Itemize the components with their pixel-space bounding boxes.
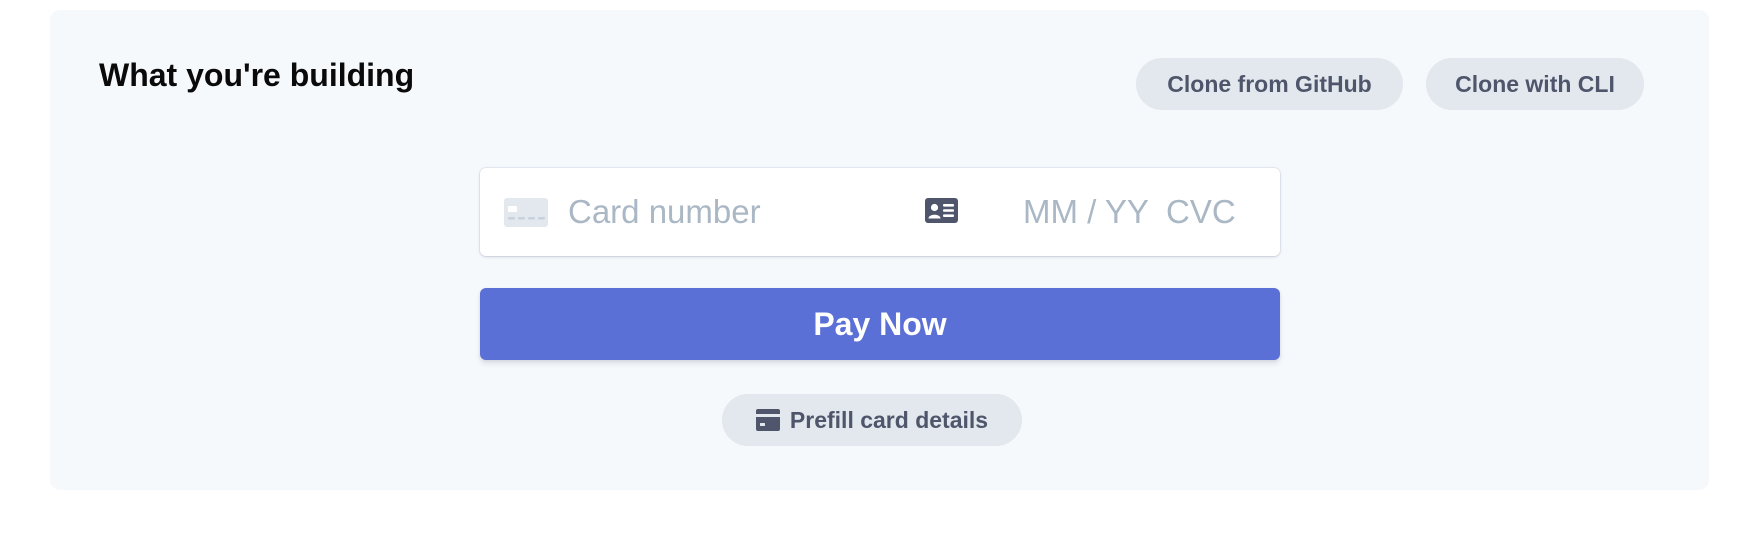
cvc-input[interactable] bbox=[1166, 186, 1266, 238]
pay-now-button[interactable]: Pay Now bbox=[480, 288, 1280, 360]
prefill-card-details-button[interactable]: Prefill card details bbox=[722, 394, 1022, 446]
clone-with-cli-button[interactable]: Clone with CLI bbox=[1426, 58, 1644, 110]
card-number-input[interactable] bbox=[568, 186, 888, 238]
expiry-date-input[interactable] bbox=[1023, 186, 1153, 238]
contact-card-icon[interactable] bbox=[925, 198, 958, 223]
clone-from-github-button[interactable]: Clone from GitHub bbox=[1136, 58, 1403, 110]
card-element[interactable] bbox=[480, 168, 1280, 256]
panel-title: What you're building bbox=[99, 57, 415, 93]
credit-card-icon bbox=[504, 198, 548, 227]
prefill-card-details-label: Prefill card details bbox=[789, 406, 989, 433]
demo-panel: What you're building Clone from GitHub C… bbox=[50, 10, 1709, 490]
credit-card-icon bbox=[755, 409, 780, 431]
